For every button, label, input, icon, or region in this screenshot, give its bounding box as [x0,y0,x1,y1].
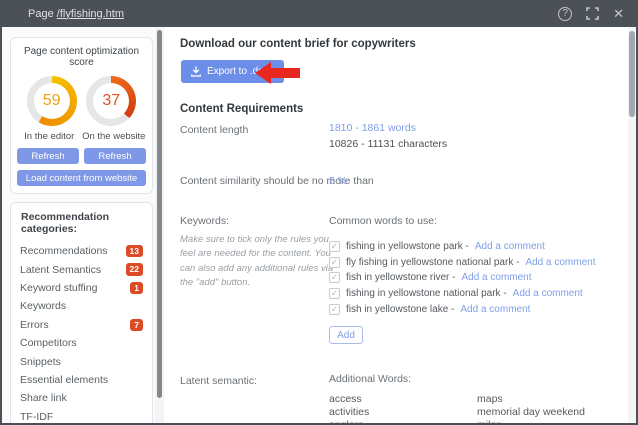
page-link[interactable]: /flyfishing.htm [57,8,124,20]
editor-score-value: 59 [43,92,61,110]
sidebar-item-latent-semantics[interactable]: Latent Semantics 22 [11,260,152,278]
download-icon [191,66,201,77]
sidebar-item-recommendations[interactable]: Recommendations 13 [11,242,152,260]
download-heading: Download our content brief for copywrite… [180,38,416,50]
website-score-value: 37 [102,92,120,110]
sidebar-item-keyword-stuffing[interactable]: Keyword stuffing 1 [11,279,152,297]
add-comment-link[interactable]: Add a comment [461,272,531,283]
refresh-website-button[interactable]: Refresh [84,148,146,164]
latent-semantic-label: Latent semantic: [180,375,257,387]
help-icon[interactable]: ? [558,7,572,21]
sidebar-scrollbar[interactable] [155,27,164,423]
additional-word: anglers [329,419,363,423]
keyword-checkbox[interactable]: ✓ [329,241,340,252]
additional-word: maps [477,393,503,405]
keyword-checkbox[interactable]: ✓ [329,257,340,268]
content-editor-window: Page /flyfishing.htm ? ✕ Page content op… [0,0,638,425]
refresh-editor-button[interactable]: Refresh [17,148,79,164]
categories-title: Recommendation categories: [21,211,142,235]
words-range-link[interactable]: 1810 - 1861 words [329,122,416,134]
errors-badge: 7 [130,319,143,331]
keyword-checkbox[interactable]: ✓ [329,288,340,299]
keyword-row: ✓ fish in yellowstone lake - Add a comme… [329,304,530,315]
sidebar-item-snippets[interactable]: Snippets [11,352,152,370]
keyword-row: ✓ fishing in yellowstone national park -… [329,288,583,299]
common-words-heading: Common words to use: [329,215,437,227]
keyword-checkbox[interactable]: ✓ [329,272,340,283]
score-card-title: Page content optimization score [17,44,146,68]
similarity-value-link[interactable]: 5 % [329,175,347,187]
recommendations-badge: 13 [126,245,143,257]
keyword-row: ✓ fishing in yellowstone park - Add a co… [329,241,545,252]
titlebar: Page /flyfishing.htm ? ✕ [0,0,638,27]
fullscreen-icon[interactable] [586,7,599,20]
sidebar-item-essential-elements[interactable]: Essential elements [11,371,152,389]
additional-word: miles [477,419,502,423]
annotation-arrow-icon [255,62,300,84]
page-title: Page /flyfishing.htm [28,8,124,20]
latent-semantics-badge: 22 [126,263,143,275]
add-comment-link[interactable]: Add a comment [513,288,583,299]
add-comment-link[interactable]: Add a comment [525,257,595,268]
close-icon[interactable]: ✕ [613,7,624,20]
keywords-note: Make sure to tick only the rules you fee… [180,233,338,290]
load-content-button[interactable]: Load content from website [17,170,146,186]
keyword-row: ✓ fly fishing in yellowstone national pa… [329,257,595,268]
keywords-label: Keywords: [180,215,229,227]
website-gauge-label: On the website [82,131,147,142]
additional-word: access [329,393,362,405]
characters-range-value: 10826 - 11131 characters [329,138,447,150]
sidebar-item-tf-idf[interactable]: TF-IDF [11,408,152,425]
main-scrollbar-thumb[interactable] [629,31,635,117]
optimization-score-card: Page content optimization score 59 37 In… [10,37,153,194]
add-comment-link[interactable]: Add a comment [460,304,530,315]
keyword-row: ✓ fish in yellowstone river - Add a comm… [329,272,532,283]
sidebar-item-share-link[interactable]: Share link [11,389,152,407]
main-scrollbar[interactable] [628,27,636,423]
page-label: Page [28,8,54,20]
add-keyword-button[interactable]: Add [329,326,363,344]
sidebar-item-competitors[interactable]: Competitors [11,334,152,352]
keyword-checkbox[interactable]: ✓ [329,304,340,315]
content-length-label: Content length [180,124,248,136]
keyword-stuffing-badge: 1 [130,282,143,294]
sidebar-item-errors[interactable]: Errors 7 [11,316,152,334]
content-brief-panel: Download our content brief for copywrite… [172,27,628,423]
additional-words-heading: Additional Words: [329,373,411,385]
content-requirements-heading: Content Requirements [180,103,303,115]
editor-score-gauge: 59 [27,76,77,126]
add-comment-link[interactable]: Add a comment [475,241,545,252]
additional-word: memorial day weekend [477,406,585,418]
sidebar-scrollbar-thumb[interactable] [157,30,162,398]
additional-word: activities [329,406,369,418]
sidebar: Page content optimization score 59 37 In… [2,27,155,423]
sidebar-item-keywords[interactable]: Keywords [11,297,152,315]
recommendation-categories-card: Recommendation categories: Recommendatio… [10,202,153,425]
editor-gauge-label: In the editor [17,131,82,142]
website-score-gauge: 37 [86,76,136,126]
